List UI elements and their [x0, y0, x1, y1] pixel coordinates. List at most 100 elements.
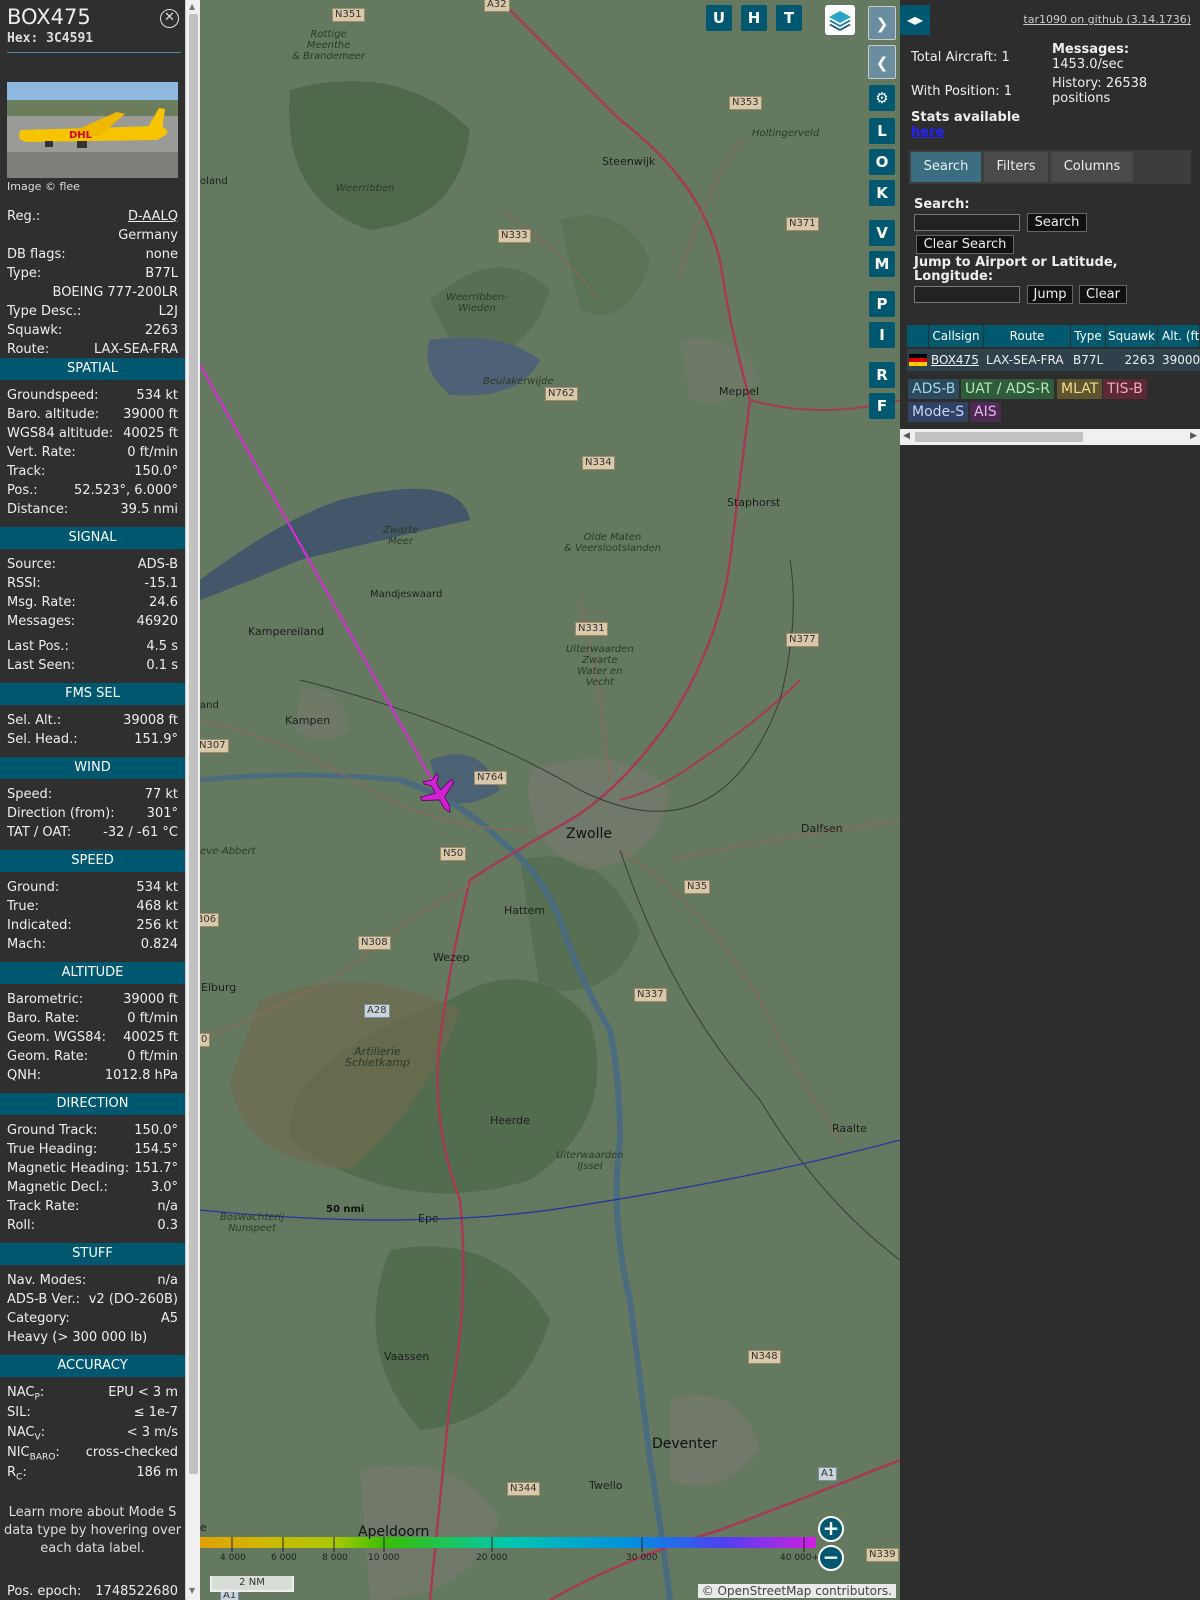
info-value: 40025 ft [123, 426, 178, 441]
toggle-p-button[interactable]: P [869, 291, 895, 317]
toggle-v-button[interactable]: V [869, 220, 895, 246]
info-row-sel-head: Sel. Head.: 151.9° [7, 732, 178, 750]
place-label: Wezep [433, 951, 470, 964]
toggle-sidebar-width-button[interactable]: ◂▸ [900, 5, 930, 35]
column-header-flag[interactable] [907, 325, 929, 347]
toggle-f-button[interactable]: F [869, 393, 895, 419]
toggle-u-button[interactable]: U [706, 5, 732, 31]
section-header-spatial[interactable]: SPATIAL [0, 358, 185, 380]
settings-button[interactable]: ⚙ [869, 85, 895, 111]
column-header-type[interactable]: Type [1071, 325, 1106, 347]
info-label: WGS84 altitude: [7, 426, 114, 441]
info-label: Sel. Head.: [7, 732, 78, 747]
toggle-l-button[interactable]: L [869, 118, 895, 144]
zoom-out-button[interactable]: − [818, 1545, 844, 1571]
info-value: 468 kt [136, 899, 178, 914]
place-label: Mandjeswaard [370, 589, 443, 600]
section-header-speed[interactable]: SPEED [0, 850, 185, 872]
column-header-route[interactable]: Route [984, 325, 1071, 347]
scroll-up-arrow-icon[interactable]: ▲ [189, 2, 195, 11]
toggle-h-button[interactable]: H [741, 5, 767, 31]
info-label: Vert. Rate: [7, 445, 76, 460]
column-header-callsign[interactable]: Callsign [929, 325, 984, 347]
toggle-k-button[interactable]: K [869, 180, 895, 206]
legend-mlat-badge[interactable]: MLAT [1057, 379, 1103, 399]
section-header-wind[interactable]: WIND [0, 757, 185, 779]
toggle-i-button[interactable]: I [869, 322, 895, 348]
road-label: N764 [474, 771, 507, 785]
scrollbar-thumb[interactable] [915, 432, 1083, 442]
search-button[interactable]: Search [1027, 213, 1087, 232]
info-label: Source: [7, 557, 57, 572]
table-horizontal-scrollbar[interactable]: ◀ ▶ [900, 429, 1200, 445]
section-header-signal[interactable]: SIGNAL [0, 527, 185, 549]
info-row-ground: Ground: 534 kt [7, 880, 178, 898]
info-value: A5 [160, 1311, 178, 1326]
info-label: Roll: [7, 1218, 36, 1233]
info-value[interactable]: D-AALQ [128, 209, 178, 224]
tab-filters[interactable]: Filters [984, 152, 1048, 182]
toggle-o-button[interactable]: O [869, 149, 895, 175]
info-label: ADS-B Ver.: [7, 1292, 80, 1307]
layer-switcher-button[interactable] [825, 5, 855, 35]
sidebar-tabs: Search Filters Columns [909, 150, 1191, 184]
table-cell-callsign[interactable]: BOX475 [929, 349, 984, 371]
info-row-ground-track: Ground Track: 150.0° [7, 1123, 178, 1141]
stats-link[interactable]: here [911, 125, 944, 140]
info-row-msg-rate: Msg. Rate: 24.6 [7, 595, 178, 613]
map-attribution[interactable]: © OpenStreetMap contributors. [697, 1584, 896, 1598]
info-row-vert-rate: Vert. Rate: 0 ft/min [7, 445, 178, 463]
info-row-distance: Distance: 39.5 nmi [7, 502, 178, 520]
column-header-altitude[interactable]: Alt. (ft) [1158, 325, 1200, 347]
section-header-altitude[interactable]: ALTITUDE [0, 962, 185, 984]
scroll-down-arrow-icon[interactable]: ▼ [189, 1586, 195, 1595]
aircraft-photo[interactable]: DHL [7, 82, 178, 178]
legend-ais-badge[interactable]: AIS [970, 402, 1001, 422]
expand-sidebar-button[interactable]: ❯ [868, 6, 896, 40]
legend-modes-badge[interactable]: Mode-S [908, 402, 969, 422]
info-label: Groundspeed: [7, 388, 99, 403]
column-header-squawk[interactable]: Squawk [1106, 325, 1158, 347]
search-input[interactable] [914, 214, 1020, 231]
toggle-t-button[interactable]: T [776, 5, 802, 31]
scrollbar-thumb[interactable] [189, 14, 198, 1474]
info-row-indicated: Indicated: 256 kt [7, 918, 178, 936]
altitude-legend-label: 4 000 [220, 1553, 246, 1563]
legend-adsb-badge[interactable]: ADS-B [908, 379, 960, 399]
info-row-nicbaro: NICBARO: cross-checked [7, 1445, 178, 1463]
map-view[interactable]: Zwolle Kampen Kampereiland Mandjeswaard … [200, 0, 900, 1600]
collapse-sidebar-button[interactable]: ❮ [868, 45, 896, 79]
jump-button[interactable]: Jump [1027, 285, 1073, 304]
version-link[interactable]: tar1090 on github (3.14.1736) [1023, 13, 1191, 26]
info-value: n/a [157, 1199, 178, 1214]
section-header-stuff[interactable]: STUFF [0, 1243, 185, 1265]
info-panel-scrollbar[interactable]: ▲ ▼ [185, 0, 200, 1600]
scroll-left-arrow-icon[interactable]: ◀ [903, 431, 910, 441]
info-row-tat-oat: TAT / OAT: -32 / -61 °C [7, 825, 178, 843]
toggle-m-button[interactable]: M [869, 251, 895, 277]
info-value: v2 (DO-260B) [88, 1292, 178, 1307]
scroll-right-arrow-icon[interactable]: ▶ [1190, 431, 1197, 441]
total-aircraft-stat: Total Aircraft: 1 [911, 50, 1010, 65]
info-label: NACV: [7, 1425, 46, 1443]
info-label: Squawk: [7, 323, 63, 338]
tab-columns[interactable]: Columns [1051, 152, 1133, 182]
legend-tisb-badge[interactable]: TIS-B [1103, 379, 1147, 399]
jump-input[interactable] [914, 286, 1020, 303]
tab-search[interactable]: Search [911, 152, 981, 182]
clear-jump-button[interactable]: Clear [1079, 285, 1127, 304]
section-header-fms-sel[interactable]: FMS SEL [0, 683, 185, 705]
info-value: B77L [145, 266, 178, 281]
info-label: Pos. epoch: [7, 1584, 82, 1599]
legend-uat-badge[interactable]: UAT / ADS-R [961, 379, 1054, 399]
section-header-direction[interactable]: DIRECTION [0, 1093, 185, 1115]
close-info-button[interactable]: ✕ [160, 9, 179, 28]
section-header-accuracy[interactable]: ACCURACY [0, 1355, 185, 1377]
altitude-legend-label: 6 000 [271, 1553, 297, 1563]
clear-search-button[interactable]: Clear Search [916, 235, 1014, 254]
toggle-r-button[interactable]: R [869, 362, 895, 388]
info-label: Type Desc.: [7, 304, 82, 319]
info-label: Msg. Rate: [7, 595, 76, 610]
zoom-in-button[interactable]: + [818, 1516, 844, 1542]
road-label: N344 [507, 1482, 540, 1496]
